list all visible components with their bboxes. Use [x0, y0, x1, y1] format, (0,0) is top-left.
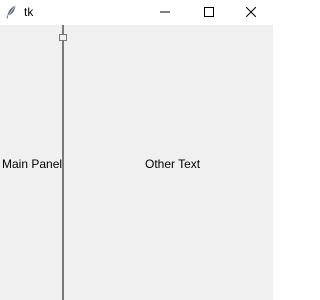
maximize-button[interactable]	[187, 0, 231, 25]
close-icon	[245, 4, 257, 22]
close-button[interactable]	[229, 0, 273, 25]
minimize-button[interactable]	[143, 0, 187, 25]
maximize-icon	[204, 4, 214, 22]
app-window: tk Main Panel Other Text	[0, 0, 273, 300]
left-pane: Main Panel	[0, 25, 62, 300]
paned-window: Main Panel Other Text	[0, 25, 273, 300]
minimize-icon	[160, 4, 170, 22]
window-title: tk	[24, 5, 34, 19]
right-pane: Other Text	[64, 25, 273, 300]
main-panel-label: Main Panel	[2, 157, 63, 171]
title-bar[interactable]: tk	[0, 0, 273, 25]
feather-icon	[5, 5, 17, 19]
other-text-label: Other Text	[145, 157, 201, 171]
